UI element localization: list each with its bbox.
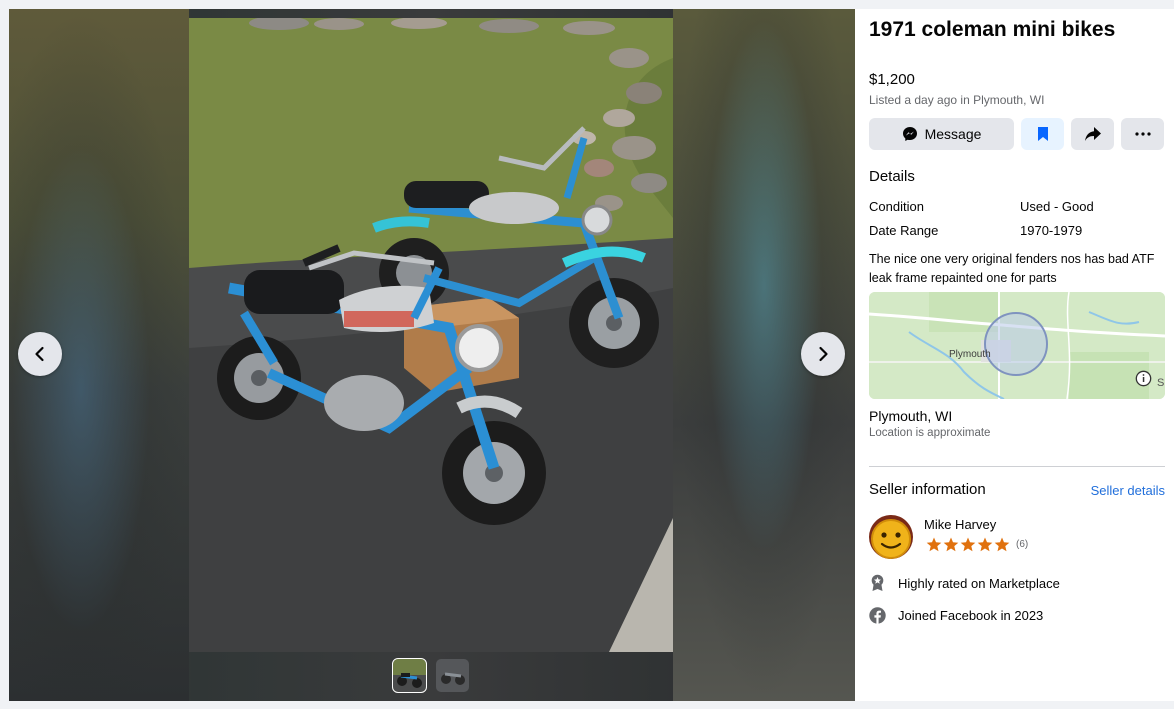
listing-posted-info: Listed a day ago in Plymouth, WI [869, 93, 1045, 107]
seller-badge-joined: Joined Facebook in 2023 [869, 607, 1043, 624]
chevron-right-icon [819, 346, 828, 362]
star-icon [994, 537, 1010, 552]
bookmark-icon [1037, 127, 1048, 141]
previous-image-button[interactable] [18, 332, 62, 376]
details-heading: Details [869, 168, 915, 185]
share-arrow-icon [1084, 127, 1101, 141]
action-bar: Message [869, 118, 1164, 150]
badge-text: Joined Facebook in 2023 [898, 608, 1044, 623]
thumbnail-strip [392, 658, 469, 693]
more-options-button[interactable] [1121, 118, 1164, 150]
seller-avatar[interactable] [869, 515, 913, 559]
save-button[interactable] [1021, 118, 1064, 150]
chevron-left-icon [35, 346, 44, 362]
thumbnail-1[interactable] [392, 658, 427, 693]
seller-badge-highly-rated: Highly rated on Marketplace [869, 574, 1060, 592]
map-city-label: Plymouth [949, 349, 991, 360]
info-icon[interactable] [1135, 370, 1152, 387]
detail-key: Condition [869, 199, 924, 214]
listing-photo [189, 18, 673, 652]
map-edge-label: S [1157, 377, 1164, 389]
message-button[interactable]: Message [869, 118, 1014, 150]
location-map[interactable]: Plymouth S [869, 292, 1165, 399]
location-note: Location is approximate [869, 427, 991, 439]
badge-text: Highly rated on Marketplace [898, 575, 1060, 591]
star-icon [926, 537, 942, 552]
listing-price: $1,200 [869, 71, 915, 88]
ellipsis-icon [1134, 132, 1151, 136]
seller-name[interactable]: Mike Harvey [924, 517, 996, 532]
location-name: Plymouth, WI [869, 408, 953, 424]
listing-details-panel: 1971 coleman mini bikes $1,200 Listed a … [855, 9, 1174, 701]
section-divider [869, 466, 1165, 467]
next-image-button[interactable] [801, 332, 845, 376]
star-icon [960, 537, 976, 552]
seller-info-heading: Seller information [869, 481, 986, 498]
seller-details-link[interactable]: Seller details [1091, 483, 1165, 498]
marketplace-item-modal: 1971 coleman mini bikes $1,200 Listed a … [9, 9, 1174, 701]
listing-title: 1971 coleman mini bikes [869, 18, 1116, 41]
facebook-icon [869, 607, 886, 624]
detail-row-date-range: Date Range 1970-1979 [869, 223, 1169, 238]
messenger-icon [902, 127, 917, 141]
award-ribbon-icon [871, 574, 884, 591]
detail-value: 1970-1979 [1020, 223, 1083, 238]
image-viewer [9, 9, 855, 701]
detail-value: Used - Good [1020, 199, 1094, 214]
star-icon [977, 537, 993, 552]
detail-key: Date Range [869, 223, 939, 238]
detail-row-condition: Condition Used - Good [869, 199, 1169, 214]
star-icon [943, 537, 959, 552]
seller-rating: (6) [926, 537, 1028, 552]
listing-description: The nice one very original fenders nos h… [869, 252, 1155, 285]
share-button[interactable] [1071, 118, 1114, 150]
thumbnail-2[interactable] [436, 659, 469, 692]
message-button-label: Message [924, 126, 982, 142]
rating-count: (6) [1016, 539, 1029, 550]
